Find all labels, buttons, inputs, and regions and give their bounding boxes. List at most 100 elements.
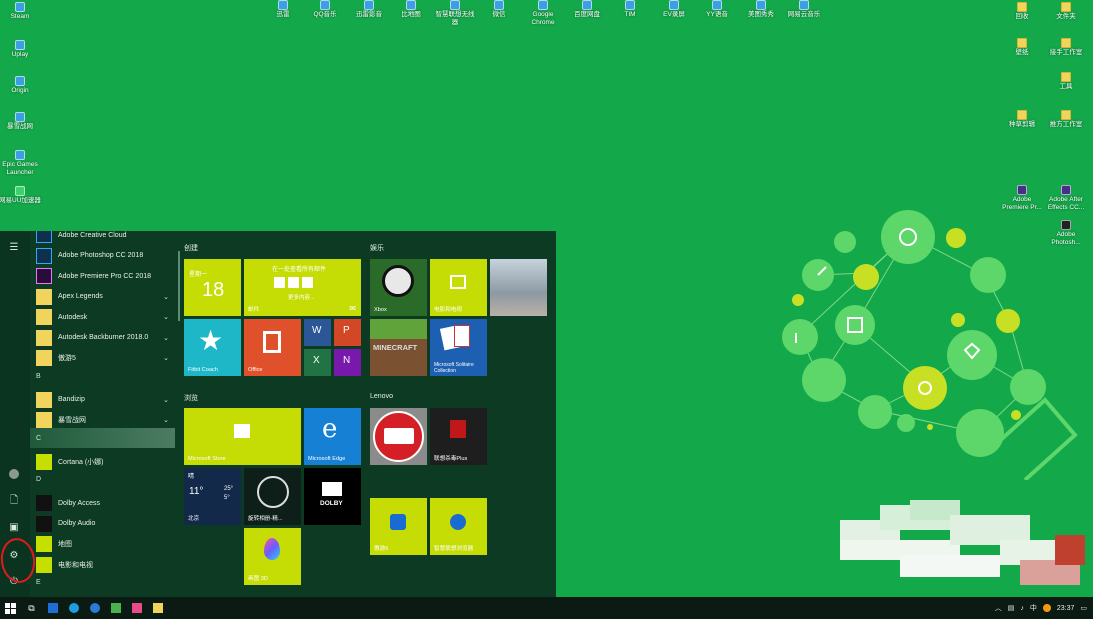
section-letter[interactable]: B [36, 373, 41, 380]
chevron-down-icon[interactable]: ⌄ [163, 313, 169, 321]
pictures-icon[interactable]: ▣ [5, 519, 23, 535]
app-list-item[interactable]: 傲游5 ⌄ [30, 348, 175, 368]
app-list-item[interactable]: Apex Legends ⌄ [30, 287, 175, 307]
desktop-icon-desktop_left-1[interactable]: Uplay [0, 40, 42, 59]
mail-tile[interactable]: 在一处查看所有邮件 更多内容... 邮件 ✉ [244, 259, 361, 316]
desktop-icon-desktop_top-6[interactable]: Google Chrome [521, 0, 565, 26]
app-list-item[interactable]: 电影和电视 [30, 555, 175, 575]
chevron-down-icon[interactable]: ⌄ [163, 396, 169, 404]
desktop-icon-desktop_top-1[interactable]: QQ音乐 [303, 0, 347, 19]
photo-game-tile[interactable] [490, 259, 547, 316]
desktop-icon-desktop_right-3[interactable]: 接手工作室 [1044, 38, 1088, 57]
desktop-icon-desktop_top-10[interactable]: YY语音 [695, 0, 739, 19]
desktop-icon-desktop_top-12[interactable]: 网易云音乐 [782, 0, 826, 19]
chevron-down-icon[interactable]: ⌄ [163, 416, 169, 424]
folder-icon [1017, 38, 1027, 48]
section-letter[interactable]: D [36, 476, 41, 483]
taskbar-app-3[interactable] [84, 597, 105, 619]
tray-ime[interactable]: 中 [1030, 603, 1037, 613]
chevron-down-icon[interactable]: ⌄ [163, 354, 169, 362]
lenovo-browser-tile[interactable]: 智慧联想浏览器 [430, 498, 487, 555]
weather-tile[interactable]: 晴 11° 25° 5° 北京 [184, 468, 241, 525]
camera-tile[interactable]: 旋转相册-精... [244, 468, 301, 525]
desktop-icon-desktop_top-0[interactable]: 迅雷 [261, 0, 305, 19]
app-list-item[interactable]: 暴雪战网 ⌄ [30, 410, 175, 430]
notification-icon[interactable]: ▭ [1080, 604, 1087, 612]
lenovo-vantage-tile[interactable] [370, 408, 427, 465]
tray-chevron-icon[interactable]: ︿ [995, 603, 1002, 613]
app-list-item[interactable]: 地图 [30, 534, 175, 554]
taskbar-app-6[interactable] [147, 597, 168, 619]
calendar-tile[interactable]: 星期一 18 [184, 259, 241, 316]
desktop-icon-desktop_top-5[interactable]: 微信 [477, 0, 521, 19]
chrome-icon [538, 0, 548, 10]
desktop-icon-desktop_left-4[interactable]: Epic Games Launcher [0, 150, 42, 176]
word-icon: W [312, 325, 322, 336]
desktop-icon-desktop_top-4[interactable]: 智慧联想无线器 [433, 0, 477, 26]
user-avatar-icon[interactable] [5, 466, 23, 482]
xbox-tile[interactable]: Xbox [370, 259, 427, 316]
desktop-icon-desktop_left-0[interactable]: Steam [0, 2, 42, 21]
desktop-icon-desktop_right-2[interactable]: 壁纸 [1000, 38, 1044, 57]
word-tile[interactable]: W [304, 319, 331, 346]
desktop-icon-desktop_top-3[interactable]: 比地图 [389, 0, 433, 19]
applist-scrollbar[interactable] [178, 251, 180, 321]
hamburger-icon[interactable]: ☰ [5, 239, 23, 255]
paint3d-tile[interactable]: 画图 3D [244, 528, 301, 585]
desktop-icon-desktop_right-1[interactable]: 文件夹 [1044, 2, 1088, 21]
taskbar-app-2[interactable] [63, 597, 84, 619]
section-letter[interactable]: E [36, 579, 41, 586]
desktop-icon-desktop_top-7[interactable]: 百度网盘 [565, 0, 609, 19]
taskbar-app-1[interactable] [42, 597, 63, 619]
office-tile[interactable]: Office [244, 319, 301, 376]
desktop-icon-desktop_left-3[interactable]: 暴雪战网 [0, 112, 42, 131]
section-letter[interactable]: C [36, 435, 41, 442]
app-list-item[interactable]: Cortana (小娜) [30, 452, 175, 472]
tray-clock[interactable]: 23:37 [1057, 605, 1075, 612]
chevron-down-icon[interactable]: ⌄ [163, 293, 169, 301]
desktop-icon-label: 工具 [1059, 83, 1073, 90]
desktop-icon-desktop_top-9[interactable]: EV录屏 [652, 0, 696, 19]
edge-tile[interactable]: e Microsoft Edge [304, 408, 361, 465]
start-button[interactable] [0, 597, 21, 619]
app-list-item[interactable]: Bandizip ⌄ [30, 390, 175, 410]
excel-tile[interactable]: X [304, 349, 331, 376]
store-tile[interactable]: Microsoft Store [184, 408, 301, 465]
uplay-icon [15, 40, 25, 50]
movies-tile[interactable]: 电影和电视 [430, 259, 487, 316]
app-list-item[interactable]: Dolby Audio [30, 514, 175, 534]
app-list-item[interactable]: Dolby Access [30, 493, 175, 513]
dolby-tile[interactable]: DOLBY [304, 468, 361, 525]
tray-network-icon[interactable]: ▤ [1008, 604, 1015, 612]
desktop-icon-desktop_right-4[interactable]: 工具 [1044, 72, 1088, 91]
app-list-item[interactable]: Autodesk ⌄ [30, 307, 175, 327]
desktop-icon-desktop_right-5[interactable]: 种草剪辑 [1000, 110, 1044, 129]
desktop-icon-label: Steam [10, 13, 30, 20]
powerpoint-tile[interactable]: P [334, 319, 361, 346]
taskbar-app-4[interactable] [105, 597, 126, 619]
chevron-down-icon[interactable]: ⌄ [163, 334, 169, 342]
task-view-icon[interactable]: ⧉ [21, 597, 42, 619]
desktop-icon-desktop_top-2[interactable]: 迅雷影音 [347, 0, 391, 19]
app-list-item[interactable]: Adobe Premiere Pro CC 2018 [30, 266, 175, 286]
mcafee-tile[interactable]: 联想杀毒Plus [430, 408, 487, 465]
desktop-icon-desktop_top-8[interactable]: TIM [608, 0, 652, 19]
app-list-item[interactable]: Autodesk Backburner 2018.0 ⌄ [30, 328, 175, 348]
minecraft-tile[interactable]: MINECRAFT [370, 319, 427, 376]
taskbar-app-5[interactable] [126, 597, 147, 619]
desktop-icon-desktop_right-6[interactable]: 推方工作室 [1044, 110, 1088, 129]
onenote-tile[interactable]: N [334, 349, 361, 376]
desktop-icon-desktop_top-11[interactable]: 美图秀秀 [739, 0, 783, 19]
desktop-icon-desktop_right-0[interactable]: 回收 [1000, 2, 1044, 21]
documents-icon[interactable]: 🗋 [5, 493, 23, 509]
solitaire-tile[interactable]: Microsoft Solitaire Collection [430, 319, 487, 376]
app-label: Dolby Audio [58, 520, 96, 527]
app-list-item[interactable]: Adobe Creative Cloud [30, 231, 175, 245]
tray-volume-icon[interactable]: ♪ [1020, 605, 1024, 612]
fitbit-tile[interactable]: ★ Fitbit Coach [184, 319, 241, 376]
tray-app-icon[interactable] [1042, 604, 1051, 612]
desktop-icon-desktop_left-2[interactable]: Origin [0, 76, 42, 95]
maxthon-tile[interactable]: 傲游5 [370, 498, 427, 555]
desktop-icon-desktop_left-5[interactable]: 网易UU加速器 [0, 186, 42, 205]
app-list-item[interactable]: Adobe Photoshop CC 2018 [30, 246, 175, 266]
